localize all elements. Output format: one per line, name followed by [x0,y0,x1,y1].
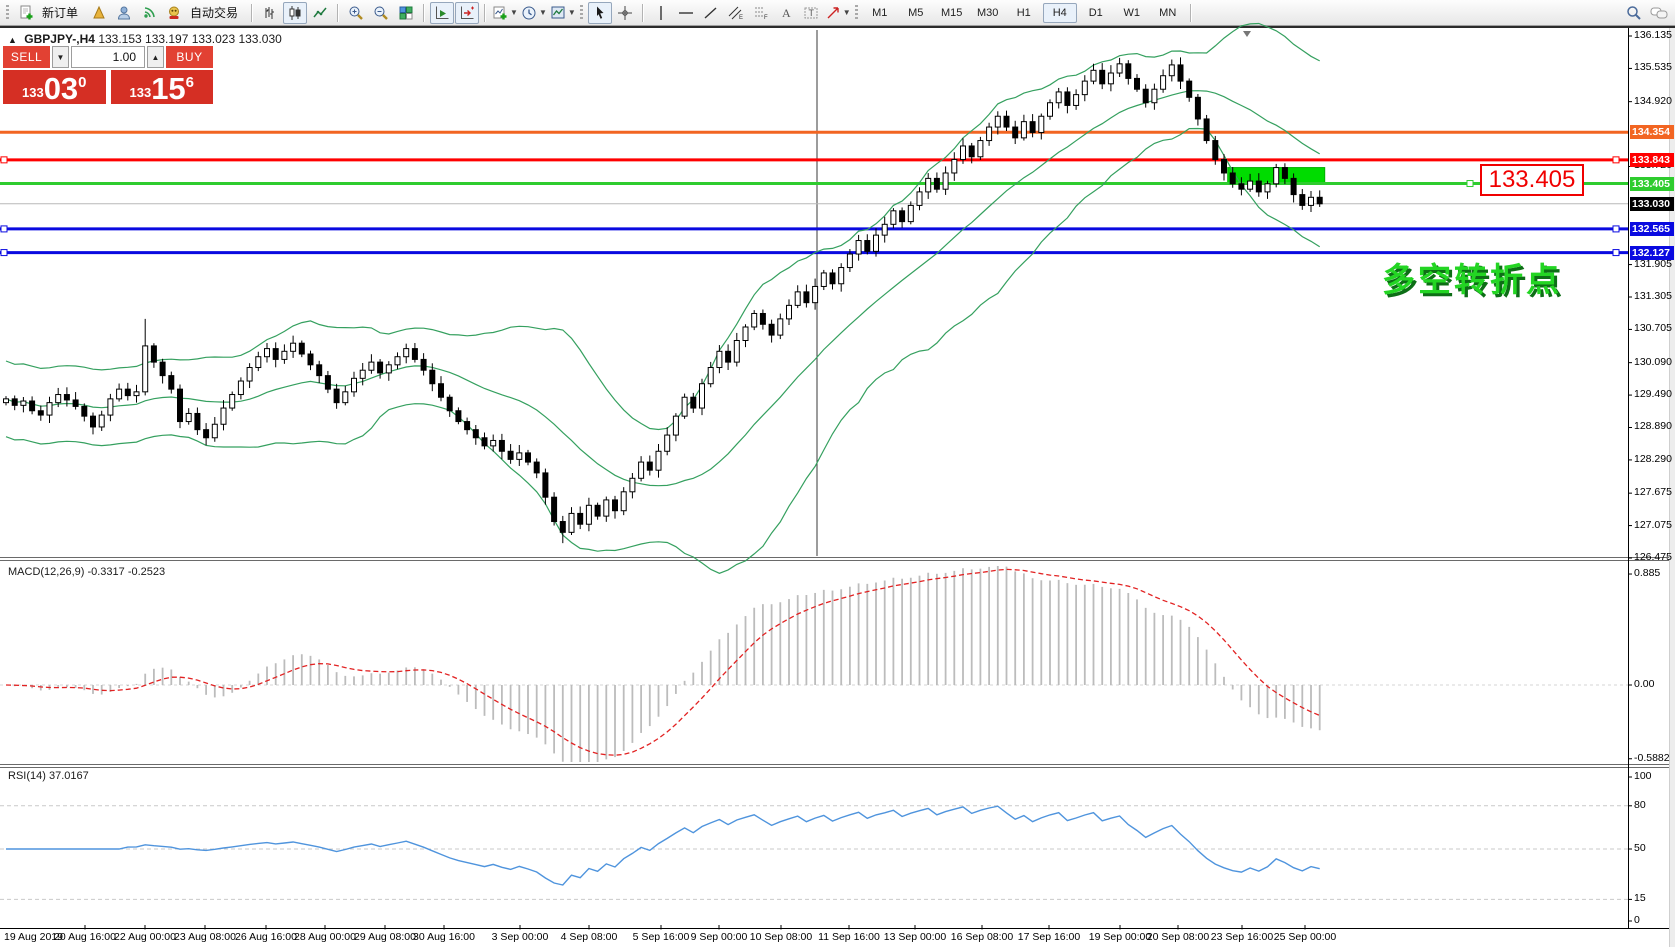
time-axis-label: 13 Sep 00:00 [883,931,947,943]
price-level-tag: 132.127 [1630,245,1674,260]
time-axis-label: 3 Sep 00:00 [491,931,549,943]
chart-canvas[interactable] [0,0,1675,947]
time-axis-label: 17 Sep 16:00 [1017,931,1081,943]
rsi-axis-tick: 80 [1634,798,1646,811]
price-axis-tick: 134.920 [1634,94,1672,107]
time-axis-label: 30 Aug 16:00 [413,931,475,943]
rsi-axis-tick: 100 [1634,770,1652,782]
price-axis-tick: 127.075 [1634,518,1672,531]
macd-axis-tick: -0.5882 [1634,751,1670,764]
time-axis-label: 11 Sep 16:00 [818,931,880,943]
time-axis-label: 19 Sep 00:00 [1088,931,1152,943]
price-axis-tick: 129.490 [1634,388,1672,401]
line-handle[interactable] [1612,225,1620,233]
one-click-trading-panel: SELL ▼ 1.00 ▲ BUY 133 03 0 133 15 6 [3,46,213,104]
rsi-line [6,805,1320,886]
time-axis-label: 16 Sep 08:00 [950,931,1014,943]
collapse-arrow-icon[interactable]: ▲ [8,35,17,45]
macd-label: MACD(12,26,9) -0.3317 -0.2523 [8,566,166,578]
rsi-axis-tick: 0 [1634,914,1640,926]
line-handle[interactable] [1612,156,1620,164]
macd-axis-tick: 0.00 [1634,678,1655,690]
line-handle[interactable] [0,156,8,164]
sell-price-button[interactable]: 133 03 0 [3,70,106,104]
price-axis-tick: 130.090 [1634,355,1672,368]
ohlc-values: 133.153 133.197 133.023 133.030 [98,32,282,46]
macd-axis-tick: 0.885 [1634,567,1661,580]
line-handle[interactable] [1466,180,1474,188]
rsi-axis-tick: 50 [1634,842,1646,854]
price-axis-tick: 128.290 [1634,452,1672,465]
buy-button[interactable]: BUY [166,46,213,68]
rsi-label: RSI(14) 37.0167 [8,770,89,782]
chart-title: ▲ GBPJPY-,H4 133.153 133.197 133.023 133… [8,32,282,46]
price-axis-tick: 130.705 [1634,322,1672,335]
time-axis-label: 10 Sep 08:00 [749,931,813,943]
volume-increase-button[interactable]: ▲ [147,46,164,68]
price-level-tag: 133.030 [1630,196,1674,211]
scroll-marker [1243,31,1251,37]
time-axis-label: 9 Sep 00:00 [690,931,748,943]
volume-input[interactable]: 1.00 [71,46,145,68]
price-level-tag: 132.565 [1630,221,1674,236]
time-axis-label: 28 Aug 00:00 [294,931,356,943]
price-level-tag: 133.405 [1630,176,1674,191]
time-axis-label: 29 Aug 08:00 [354,931,416,943]
price-level-tag: 134.354 [1630,125,1674,140]
price-level-tag: 133.843 [1630,152,1674,167]
time-axis-label: 20 Sep 08:00 [1146,931,1210,943]
line-handle[interactable] [0,249,8,257]
price-axis-tick: 135.535 [1634,61,1672,74]
time-axis-label: 25 Sep 00:00 [1273,931,1337,943]
sell-button[interactable]: SELL [3,46,50,68]
turning-point-annotation[interactable]: 多空转折点 [1382,253,1562,301]
price-axis-tick: 131.305 [1634,289,1672,302]
time-axis-label: 20 Aug 16:00 [54,931,116,943]
time-axis-label: 23 Sep 16:00 [1210,931,1274,943]
price-axis-tick: 136.135 [1634,29,1672,41]
line-handle[interactable] [0,225,8,233]
mt4-window: 新订单 自动交易 ▼ ▼ ▼ E F A T ▼ M1 M5 M15 M30 H… [0,0,1675,947]
time-axis-label: 22 Aug 00:00 [114,931,176,943]
time-axis-label: 23 Aug 08:00 [174,931,236,943]
bollinger-middle [5,90,1321,487]
line-handle[interactable] [1612,249,1620,257]
price-axis-tick: 128.890 [1634,420,1672,433]
symbol-period-label: GBPJPY-,H4 [24,32,95,46]
price-callout-box[interactable]: 133.405 [1480,164,1584,196]
buy-price-button[interactable]: 133 15 6 [110,70,213,104]
price-axis-tick: 127.675 [1634,486,1672,499]
bollinger-lower [5,127,1321,574]
time-axis-label: 5 Sep 16:00 [632,931,690,943]
price-axis-tick: 126.475 [1634,550,1672,563]
macd-signal-line [5,568,1320,756]
time-axis-label: 26 Aug 16:00 [235,931,297,943]
time-axis-label: 4 Sep 08:00 [560,931,618,943]
rsi-axis-tick: 15 [1634,892,1646,905]
volume-decrease-button[interactable]: ▼ [52,46,69,68]
